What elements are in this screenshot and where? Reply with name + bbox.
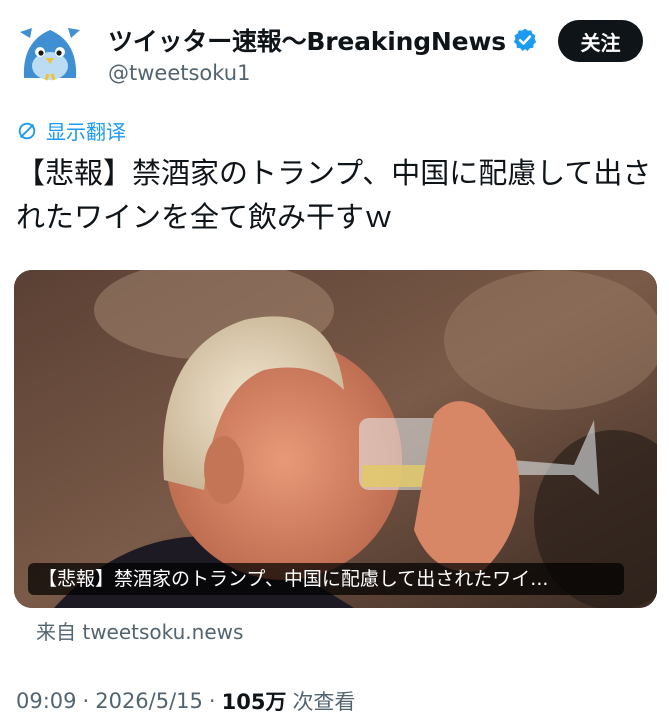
view-count-label: 次查看 [292, 690, 356, 714]
tweet-header: ツイッター速報〜BreakingNews @tweetsoku1 关注 [0, 0, 669, 100]
tweet-date[interactable]: 2026/5/15 [95, 689, 203, 713]
tweet-meta: 09:09 · 2026/5/15 · 105万 次查看 [16, 686, 355, 716]
separator-dot: · [82, 689, 90, 713]
verified-badge-icon [513, 28, 537, 51]
card-caption: 【悲報】禁酒家のトランプ、中国に配慮して出されたワイ... [28, 563, 624, 595]
name-row: ツイッター速報〜BreakingNews [108, 22, 538, 58]
account-handle[interactable]: @tweetsoku1 [108, 61, 250, 85]
card-source[interactable]: 来自 tweetsoku.news [36, 616, 243, 645]
view-count: 105万 [221, 690, 287, 714]
link-card[interactable]: 【悲報】禁酒家のトランプ、中国に配慮して出されたワイ... [14, 270, 657, 608]
display-name[interactable]: ツイッター速報〜BreakingNews [108, 22, 506, 58]
card-photo [14, 270, 657, 608]
show-translation-link[interactable]: 显示翻译 [16, 116, 126, 145]
show-translation-label: 显示翻译 [46, 120, 126, 144]
bird-avatar-icon [20, 28, 80, 81]
translate-icon [18, 122, 36, 139]
avatar[interactable] [16, 22, 86, 82]
tweet-time[interactable]: 09:09 [16, 689, 77, 713]
separator-dot: · [208, 689, 216, 713]
follow-button[interactable]: 关注 [558, 20, 643, 62]
tweet-text: 【悲報】禁酒家のトランプ、中国に配慮して出されたワインを全て飲み干すｗ [16, 156, 652, 234]
